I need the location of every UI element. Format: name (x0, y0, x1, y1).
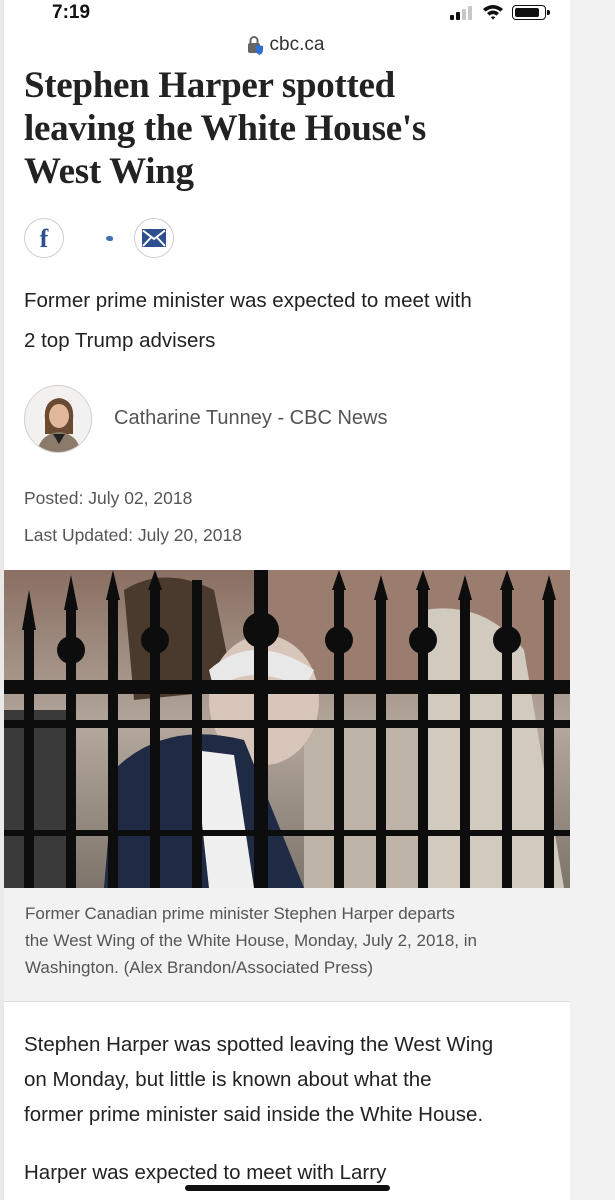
headline-line: West Wing (24, 151, 194, 192)
share-bar: f (24, 218, 324, 260)
paragraph-line: former prime minister said inside the Wh… (24, 1103, 484, 1126)
article-paragraph: Stephen Harper was spotted leaving the W… (24, 1027, 564, 1132)
right-edge (570, 0, 615, 1200)
battery-fill (515, 8, 540, 17)
paragraph-line: on Monday, but little is known about wha… (24, 1068, 432, 1091)
email-share-button[interactable] (134, 218, 174, 258)
facebook-icon: f (39, 224, 49, 253)
status-time: 7:19 (52, 2, 91, 23)
address-bar[interactable]: cbc.ca (0, 34, 570, 64)
posted-date: Posted: July 02, 2018 (24, 488, 193, 508)
caption-line: the West Wing of the White House, Monday… (25, 931, 477, 950)
photo-caption-box: Former Canadian prime minister Stephen H… (4, 888, 570, 1002)
photo-caption: Former Canadian prime minister Stephen H… (25, 900, 560, 981)
cellular-signal-icon (450, 6, 476, 20)
summary-line: Former prime minister was expected to me… (24, 289, 472, 312)
status-bar: 7:19 (0, 0, 570, 32)
paragraph-line: Stephen Harper was spotted leaving the W… (24, 1033, 494, 1056)
twitter-share-button[interactable] (104, 233, 114, 243)
author-name[interactable]: Catharine Tunney - CBC News (114, 407, 387, 430)
byline: Catharine Tunney - CBC News (24, 385, 564, 453)
lock-shield-icon (247, 36, 263, 55)
email-icon (142, 229, 166, 247)
headline-line: Stephen Harper spotted (24, 65, 395, 106)
home-indicator[interactable] (185, 1185, 390, 1191)
article-summary: Former prime minister was expected to me… (24, 281, 564, 361)
article-dates: Posted: July 02, 2018 Last Updated: July… (24, 480, 242, 554)
caption-line: Former Canadian prime minister Stephen H… (25, 904, 455, 923)
caption-line: Washington. (Alex Brandon/Associated Pre… (25, 958, 374, 977)
author-avatar[interactable] (24, 385, 92, 453)
twitter-icon (105, 235, 113, 241)
battery-icon (512, 5, 550, 20)
article-photo (4, 570, 570, 888)
url-text: cbc.ca (269, 34, 325, 55)
wifi-icon (483, 5, 503, 20)
summary-line: 2 top Trump advisers (24, 329, 216, 352)
headline-line: leaving the White House's (24, 108, 426, 149)
updated-date: Last Updated: July 20, 2018 (24, 525, 242, 545)
facebook-share-button[interactable]: f (24, 218, 64, 258)
article-headline: Stephen Harper spotted leaving the White… (24, 64, 564, 193)
